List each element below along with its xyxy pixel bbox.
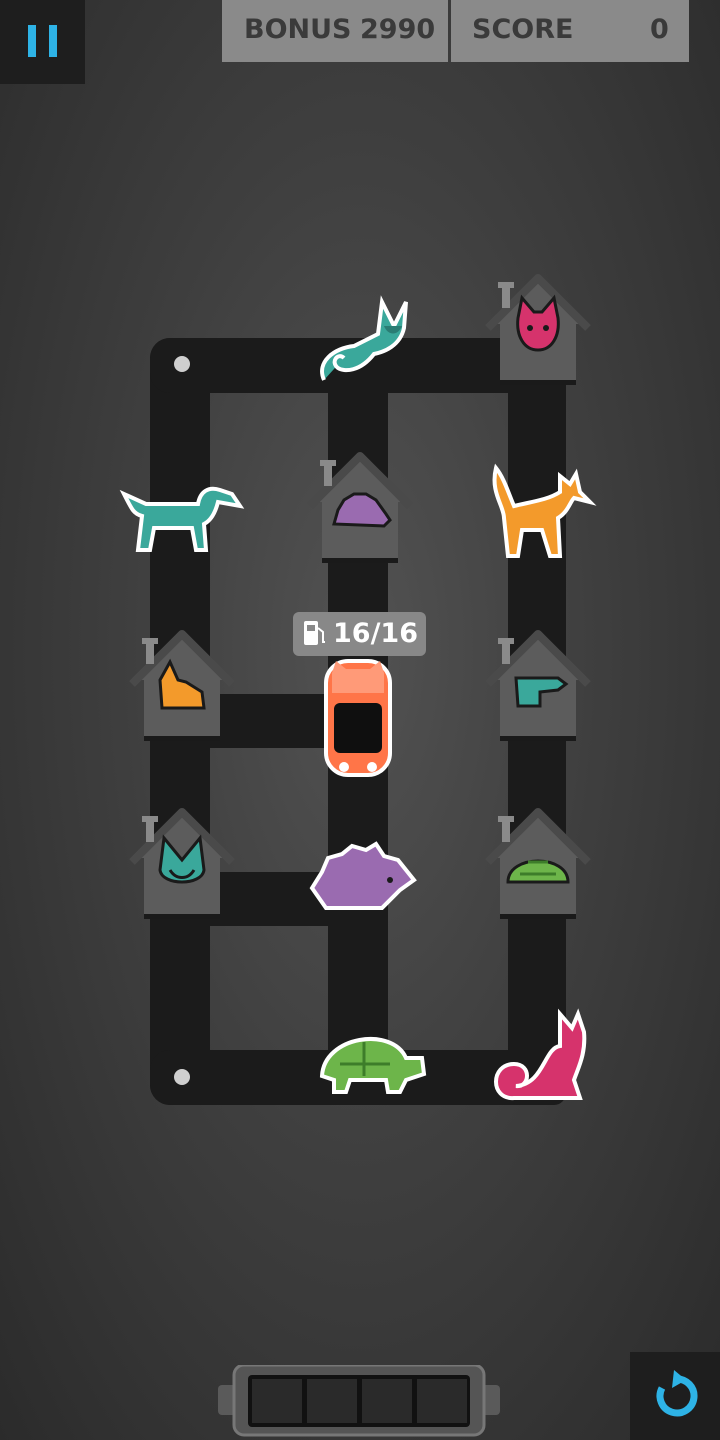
road-end-marker (174, 356, 190, 372)
house-hedgehog[interactable] (310, 456, 410, 563)
player-car[interactable] (324, 659, 392, 777)
restart-button[interactable] (630, 1352, 720, 1440)
fuel-value: 16/16 (333, 618, 419, 649)
inventory-slot (252, 1379, 302, 1423)
road-end-marker (174, 1069, 190, 1085)
house-fox[interactable] (132, 634, 232, 741)
house-chameleon[interactable] (132, 812, 232, 919)
inventory-slot (417, 1379, 467, 1423)
inventory-slot (362, 1379, 412, 1423)
restart-icon (656, 1370, 698, 1417)
house-cat[interactable] (488, 278, 588, 385)
hedgehog-animal[interactable] (309, 841, 417, 910)
fuel-indicator: 16/16 (293, 612, 426, 656)
inventory-bar (218, 1365, 500, 1437)
inventory-slot (307, 1379, 357, 1423)
house-turtle[interactable] (488, 812, 588, 919)
game-board (119, 0, 597, 1105)
house-dachshund[interactable] (488, 634, 588, 741)
fuel-pump-icon (304, 621, 325, 645)
